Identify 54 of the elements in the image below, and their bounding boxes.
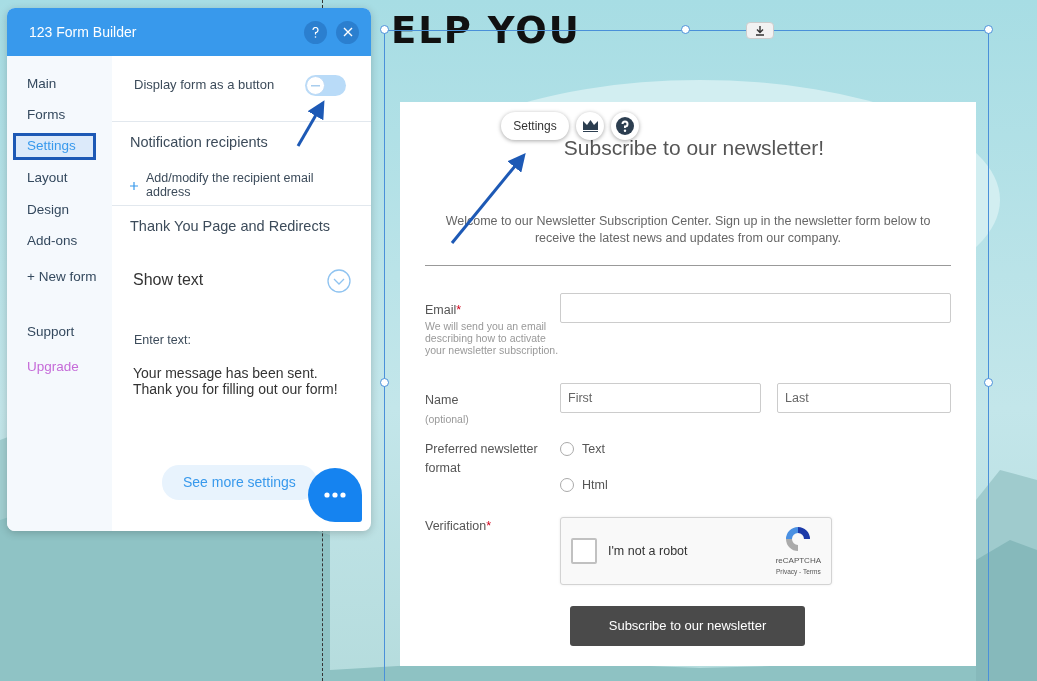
captcha-brand: reCAPTCHA <box>775 555 821 568</box>
message-text: Your message has been sent. Thank you for filling out our form! <box>133 365 338 398</box>
page-heading: ELP YOU <box>391 12 581 49</box>
close-button[interactable] <box>336 20 359 44</box>
field-label: Enter text: <box>133 331 192 349</box>
settings-button[interactable]: Settings <box>501 112 569 140</box>
nav-item[interactable]: Add-ons <box>7 225 112 257</box>
radio-label: Text <box>582 440 605 458</box>
help-icon <box>312 26 319 38</box>
submit-button[interactable]: Subscribe to our newsletter <box>570 605 805 646</box>
nav-item[interactable]: Forms <box>7 99 112 131</box>
add-recipient-link[interactable]: Add/modify the recipient email address <box>146 171 351 200</box>
minus-icon <box>311 84 320 87</box>
resize-handle[interactable] <box>681 25 690 34</box>
nav-item[interactable]: Layout <box>7 162 112 194</box>
toggle-label: Display form as a button <box>134 76 275 94</box>
download-button[interactable] <box>746 22 774 39</box>
section-title: Notification recipients <box>130 133 269 152</box>
download-icon <box>755 25 765 36</box>
field-label: Verification <box>425 517 487 535</box>
email-field[interactable] <box>560 292 951 323</box>
crown-icon <box>582 120 598 132</box>
field-label: Name <box>425 391 459 409</box>
expand-toggle[interactable] <box>327 267 351 293</box>
section-title: Thank You Page and Redirects <box>130 217 331 236</box>
nav-item[interactable]: Main <box>7 68 112 100</box>
field-hint: (optional) <box>425 412 470 425</box>
required-mark: * <box>456 301 462 319</box>
resize-handle[interactable] <box>984 25 993 34</box>
close-icon <box>342 27 353 37</box>
toggle-switch[interactable] <box>305 75 346 96</box>
field-label: Preferred newsletter format <box>425 440 539 477</box>
resize-handle[interactable] <box>984 378 993 387</box>
chevron-icon <box>327 268 351 293</box>
checkbox-label: I'm not a robot <box>608 542 689 560</box>
name-field[interactable]: First <box>560 382 761 413</box>
checkbox[interactable] <box>571 537 597 564</box>
nav-item[interactable]: + New form <box>7 261 112 293</box>
more-icon <box>324 492 346 498</box>
radio-label: Html <box>582 476 608 494</box>
recaptcha-icon <box>784 525 813 554</box>
help-icon <box>616 117 634 135</box>
nav-item[interactable]: Design <box>7 194 112 226</box>
field-hint: We will send you an email describing how to activate your newsletter subscription. <box>425 319 560 356</box>
show-text-label: Show text <box>133 270 204 291</box>
panel-title: 123 Form Builder <box>29 22 138 42</box>
field-label: Email <box>425 301 457 319</box>
nav-item[interactable]: Support <box>7 316 112 348</box>
required-mark: * <box>486 517 492 535</box>
plus-icon <box>130 181 138 190</box>
name-field[interactable]: Last <box>777 382 951 413</box>
resize-handle[interactable] <box>380 25 389 34</box>
resize-handle[interactable] <box>380 378 389 387</box>
annotation-arrow <box>296 100 325 147</box>
